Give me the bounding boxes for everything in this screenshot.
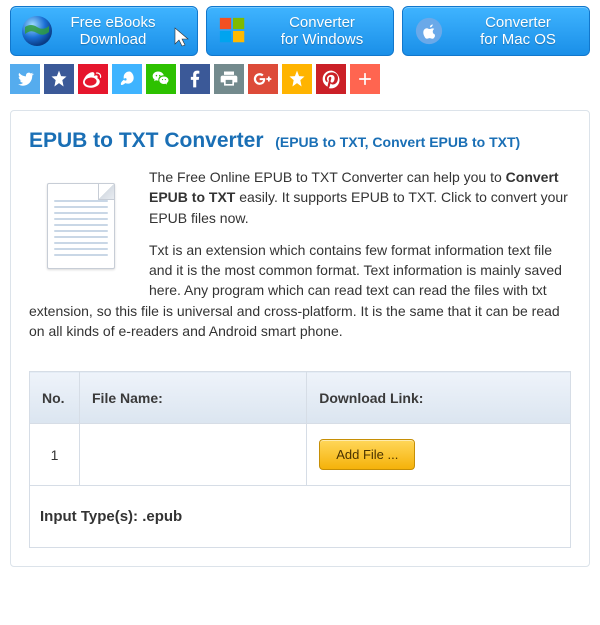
facebook-icon[interactable] <box>180 64 210 94</box>
page-subtitle: (EPUB to TXT, Convert EPUB to TXT) <box>275 134 520 150</box>
mac-icon <box>411 13 447 49</box>
top-button-row: Free eBooks Download Converter for Windo… <box>10 6 590 56</box>
cursor-icon <box>173 26 191 52</box>
col-header-no: No. <box>30 372 80 424</box>
free-ebooks-download-button[interactable]: Free eBooks Download <box>10 6 198 56</box>
pinterest-icon[interactable] <box>316 64 346 94</box>
tencent-icon[interactable] <box>112 64 142 94</box>
favorite-icon[interactable] <box>282 64 312 94</box>
table-row: 1 Add File ... <box>30 424 571 486</box>
title-row: EPUB to TXT Converter (EPUB to TXT, Conv… <box>29 129 571 153</box>
windows-icon <box>215 13 251 49</box>
txt-file-icon <box>31 171 131 281</box>
text: The Free Online EPUB to TXT Converter ca… <box>149 169 506 185</box>
cell-download: Add File ... <box>307 424 571 486</box>
googleplus-icon[interactable] <box>248 64 278 94</box>
cell-filename <box>80 424 307 486</box>
page-title: EPUB to TXT Converter <box>29 129 264 152</box>
print-icon[interactable] <box>214 64 244 94</box>
col-header-download: Download Link: <box>307 372 571 424</box>
qzone-icon[interactable] <box>44 64 74 94</box>
content-panel: EPUB to TXT Converter (EPUB to TXT, Conv… <box>10 110 590 567</box>
cell-no: 1 <box>30 424 80 486</box>
button-label: Converter for Windows <box>259 14 385 49</box>
col-header-filename: File Name: <box>80 372 307 424</box>
button-label: Free eBooks Download <box>63 14 163 49</box>
more-icon[interactable] <box>350 64 380 94</box>
globe-icon <box>19 13 55 49</box>
add-file-button[interactable]: Add File ... <box>319 439 415 470</box>
file-table: No. File Name: Download Link: 1 Add File… <box>29 371 571 548</box>
twitter-icon[interactable] <box>10 64 40 94</box>
weibo-icon[interactable] <box>78 64 108 94</box>
converter-mac-button[interactable]: Converter for Mac OS <box>402 6 590 56</box>
input-types-cell: Input Type(s): .epub <box>30 486 571 548</box>
table-footer-row: Input Type(s): .epub <box>30 486 571 548</box>
button-label: Converter for Mac OS <box>455 14 581 49</box>
wechat-icon[interactable] <box>146 64 176 94</box>
description-block: The Free Online EPUB to TXT Converter ca… <box>29 167 571 341</box>
converter-windows-button[interactable]: Converter for Windows <box>206 6 394 56</box>
share-button-row <box>10 64 590 94</box>
